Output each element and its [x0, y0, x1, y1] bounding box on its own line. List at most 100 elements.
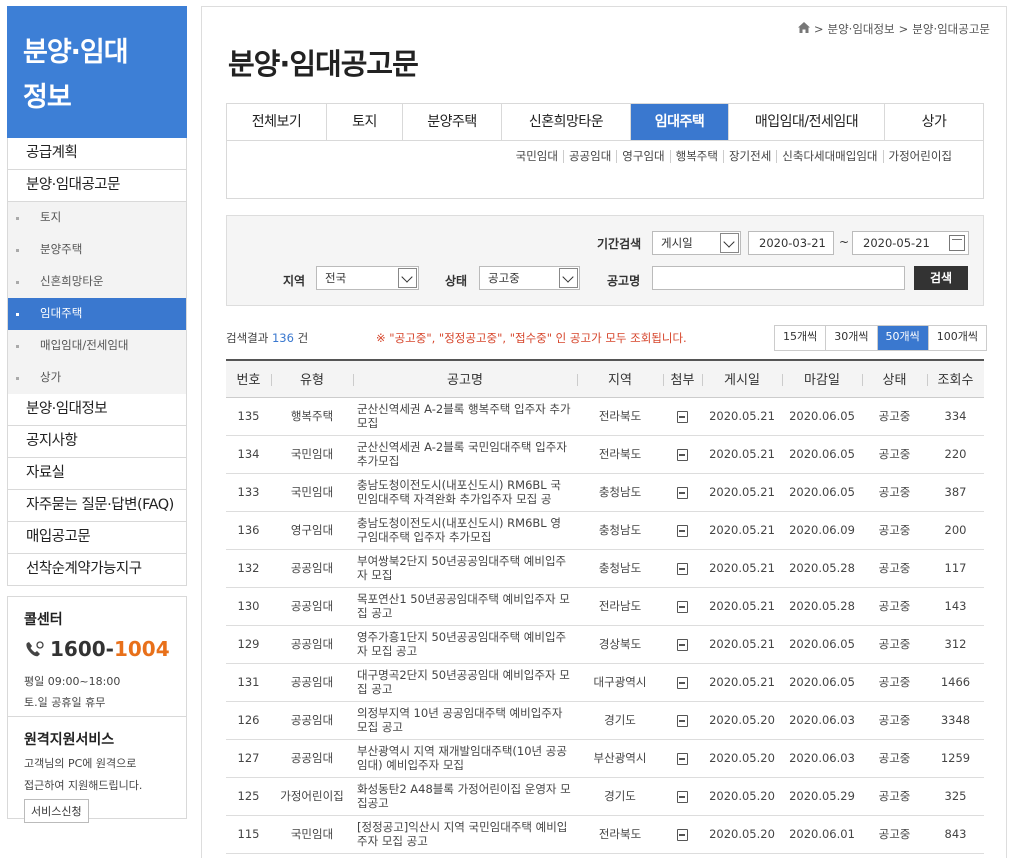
row-posted-date: 2020.05.20 — [702, 777, 782, 816]
date-from-input[interactable]: 2020-03-21 — [748, 231, 834, 255]
breadcrumb-item-notices[interactable]: 분양·임대공고문 — [912, 21, 990, 37]
row-title-link[interactable]: 대구명곡2단지 50년공공임대 예비입주자 모집 공고 — [357, 668, 571, 696]
row-title-link[interactable]: 부산광역시 지역 재개발임대주택(10년 공공임대) 예비입주자 모집 — [357, 744, 571, 772]
sidebar-sub-item-purchase-rental[interactable]: 매입임대/전세임대 — [8, 330, 186, 362]
table-row[interactable]: 136 영구임대 충남도청이전도시(내포신도시) RM6BL 영구임대주택 입주자 … — [226, 511, 984, 550]
service-request-button[interactable]: 서비스신청 — [24, 799, 89, 823]
table-row[interactable]: 134 국민임대 군산신역세권 A-2블록 국민임대주택 입주자 추가모집 전라북도 2… — [226, 435, 984, 474]
sidebar-sub-item-commercial[interactable]: 상가 — [8, 362, 186, 394]
row-status: 공고중 — [862, 473, 927, 512]
row-posted-date: 2020.05.21 — [702, 549, 782, 588]
notice-name-input[interactable] — [652, 266, 905, 290]
row-attachment — [663, 549, 702, 588]
tab-3[interactable]: 신혼희망타운 — [502, 104, 631, 140]
attachment-icon[interactable] — [677, 714, 688, 727]
row-title-link[interactable]: 부여쌍북2단지 50년공공임대주택 예비입주자 모집 — [357, 554, 571, 582]
attachment-icon[interactable] — [677, 638, 688, 651]
row-views: 1466 — [927, 663, 984, 702]
column-header: 조회수 — [927, 360, 984, 398]
period-type-select[interactable]: 게시일 — [652, 231, 741, 255]
sidebar-sub-item-newlywed-town[interactable]: 신혼희망타운 — [8, 266, 186, 298]
table-row[interactable]: 125 가정어린이집 화성동탄2 A48블록 가정어린이집 운영자 모집공고 경기도 2… — [226, 777, 984, 816]
subcategory-link[interactable]: 신축다세대매입임대 — [776, 150, 882, 163]
sidebar-sub-item-land[interactable]: 토지 — [8, 202, 186, 234]
row-title-link[interactable]: 의정부지역 10년 공공임대주택 예비입주자모집 공고 — [357, 706, 571, 734]
attachment-icon[interactable] — [677, 486, 688, 499]
subcategory-link[interactable]: 공공임대 — [562, 150, 616, 163]
tab-5[interactable]: 매입임대/전세임대 — [729, 104, 885, 140]
attachment-icon[interactable] — [677, 752, 688, 765]
sidebar-item-first-come[interactable]: 선착순계약가능지구 — [8, 554, 186, 586]
sidebar-item-supply-plan[interactable]: 공급계획 — [8, 138, 186, 170]
sidebar-item-info[interactable]: 분양·임대정보 — [8, 394, 186, 426]
row-title-link[interactable]: 목포연산1 50년공공임대주택 예비입주자 모집 공고 — [357, 592, 571, 620]
calendar-icon[interactable] — [949, 235, 965, 251]
row-title-link[interactable]: 충남도청이전도시(내포신도시) RM6BL 국민임대주택 자격완화 추가입주자 … — [357, 478, 571, 506]
subcategory-link[interactable]: 국민임대 — [511, 150, 563, 163]
chevron-down-icon — [398, 268, 417, 288]
row-posted-date: 2020.05.21 — [702, 435, 782, 474]
tab-6[interactable]: 상가 — [885, 104, 983, 140]
per-page-option[interactable]: 30개씩 — [825, 326, 877, 350]
tab-4[interactable]: 임대주택 — [631, 104, 729, 140]
region-select[interactable]: 전국 — [316, 266, 419, 290]
per-page-option[interactable]: 15개씩 — [775, 326, 826, 350]
tab-1[interactable]: 토지 — [327, 104, 403, 140]
row-title-cell: 충남도청이전도시(내포신도시) RM6BL 영구임대주택 입주자 추가모집 — [353, 511, 577, 550]
sidebar-title: 분양·임대 정보 — [7, 6, 187, 138]
attachment-icon[interactable] — [677, 448, 688, 461]
row-type: 가정어린이집 — [271, 777, 353, 816]
table-row[interactable]: 132 공공임대 부여쌍북2단지 50년공공임대주택 예비입주자 모집 충청남도 202… — [226, 549, 984, 588]
sidebar-sub-item-rental-housing[interactable]: 임대주택 — [8, 298, 186, 330]
sidebar-item-purchase-notices[interactable]: 매입공고문 — [8, 522, 186, 554]
row-title-link[interactable]: [정정공고]익산시 지역 국민임대주택 예비입주자 모집 공고 — [357, 820, 571, 848]
sidebar-item-faq[interactable]: 자주묻는 질문·답변(FAQ) — [8, 490, 186, 522]
column-header: 유형 — [271, 360, 353, 398]
row-title-link[interactable]: 영주가흥1단지 50년공공임대주택 예비입주자 모집 공고 — [357, 630, 571, 658]
attachment-icon[interactable] — [677, 790, 688, 803]
attachment-icon[interactable] — [677, 676, 688, 689]
table-row[interactable]: 135 행복주택 군산신역세권 A-2블록 행복주택 입주자 추가모집 전라북도 202… — [226, 397, 984, 436]
row-number: 134 — [226, 435, 271, 474]
attachment-icon[interactable] — [677, 600, 688, 613]
row-attachment — [663, 473, 702, 512]
attachment-icon[interactable] — [677, 410, 688, 423]
row-region: 전라북도 — [577, 435, 663, 474]
subcategory-link[interactable]: 가정어린이집 — [882, 150, 957, 163]
attachment-icon[interactable] — [677, 828, 688, 841]
breadcrumb-item-info[interactable]: 분양·임대정보 — [828, 21, 895, 37]
table-row[interactable]: 130 공공임대 목포연산1 50년공공임대주택 예비입주자 모집 공고 전라남도 20… — [226, 587, 984, 626]
notice-table: 번호 유형 공고명 지역 첨부 게시일 마감일 상태 조회수 135 행복주택 군산신역세권 A-2… — [226, 359, 984, 854]
table-row[interactable]: 127 공공임대 부산광역시 지역 재개발임대주택(10년 공공임대) 예비입주자 … — [226, 739, 984, 778]
tab-0[interactable]: 전체보기 — [227, 104, 327, 140]
per-page-option[interactable]: 50개씩 — [876, 326, 928, 350]
row-title-link[interactable]: 군산신역세권 A-2블록 행복주택 입주자 추가모집 — [357, 402, 571, 430]
row-deadline: 2020.06.05 — [782, 473, 862, 512]
home-icon[interactable] — [797, 22, 810, 36]
date-to-input[interactable]: 2020-05-21 — [852, 231, 969, 255]
subcategory-link[interactable]: 행복주택 — [669, 150, 723, 163]
search-button[interactable]: 검색 — [914, 266, 968, 290]
table-row[interactable]: 126 공공임대 의정부지역 10년 공공임대주택 예비입주자모집 공고 경기도 202… — [226, 701, 984, 740]
sidebar-sub-item-sale-housing[interactable]: 분양주택 — [8, 234, 186, 266]
per-page-option[interactable]: 100개씩 — [927, 326, 986, 350]
subcategory-link[interactable]: 장기전세 — [722, 150, 776, 163]
status-select[interactable]: 공고중 — [479, 266, 580, 290]
row-title-link[interactable]: 군산신역세권 A-2블록 국민임대주택 입주자 추가모집 — [357, 440, 571, 468]
result-count: 검색결과 136 건 — [226, 331, 309, 345]
subcategory-link[interactable]: 영구임대 — [616, 150, 669, 163]
row-number: 136 — [226, 511, 271, 550]
attachment-icon[interactable] — [677, 524, 688, 537]
table-row[interactable]: 115 국민임대 [정정공고]익산시 지역 국민임대주택 예비입주자 모집 공고 전라… — [226, 815, 984, 854]
attachment-icon[interactable] — [677, 562, 688, 575]
table-row[interactable]: 133 국민임대 충남도청이전도시(내포신도시) RM6BL 국민임대주택 자격완화… — [226, 473, 984, 512]
row-title-link[interactable]: 충남도청이전도시(내포신도시) RM6BL 영구임대주택 입주자 추가모집 — [357, 516, 571, 544]
sidebar-item-library[interactable]: 자료실 — [8, 458, 186, 490]
sidebar-item-notices[interactable]: 분양·임대공고문 — [8, 170, 186, 202]
table-row[interactable]: 131 공공임대 대구명곡2단지 50년공공임대 예비입주자 모집 공고 대구광역시 2… — [226, 663, 984, 702]
row-region: 전라남도 — [577, 587, 663, 626]
table-row[interactable]: 129 공공임대 영주가흥1단지 50년공공임대주택 예비입주자 모집 공고 경상북도… — [226, 625, 984, 664]
tab-2[interactable]: 분양주택 — [403, 104, 502, 140]
row-title-link[interactable]: 화성동탄2 A48블록 가정어린이집 운영자 모집공고 — [357, 782, 571, 810]
sidebar-item-announcements[interactable]: 공지사항 — [8, 426, 186, 458]
